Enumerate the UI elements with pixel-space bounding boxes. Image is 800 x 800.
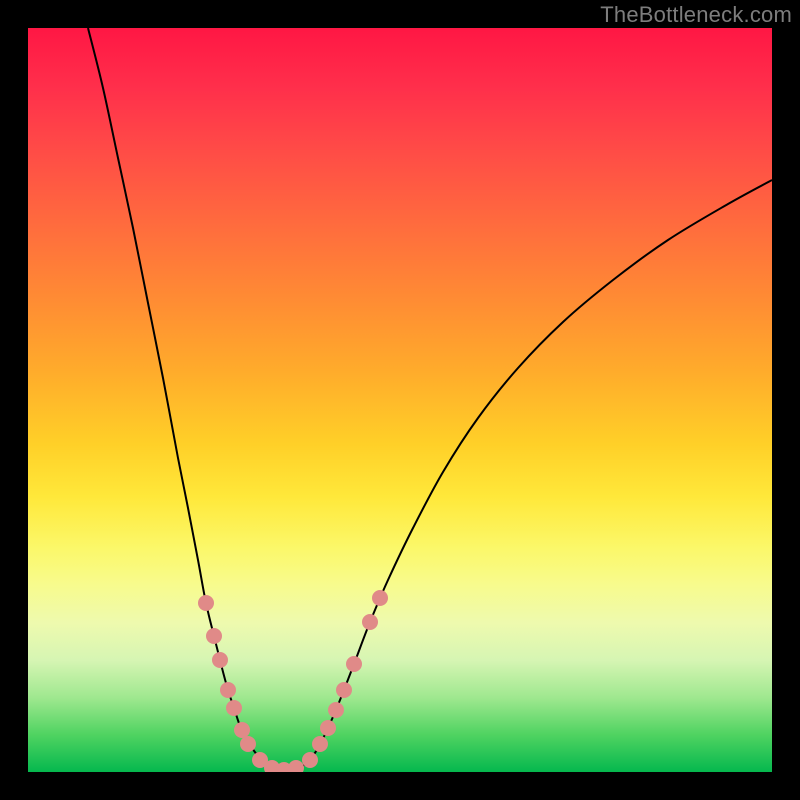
data-marker (362, 614, 378, 630)
data-marker (198, 595, 214, 611)
data-marker (212, 652, 228, 668)
data-marker (302, 752, 318, 768)
data-marker (226, 700, 242, 716)
data-marker (206, 628, 222, 644)
data-marker (220, 682, 236, 698)
data-marker (336, 682, 352, 698)
data-marker (372, 590, 388, 606)
v-curve (88, 28, 772, 770)
data-marker (288, 760, 304, 772)
data-marker (320, 720, 336, 736)
data-marker (240, 736, 256, 752)
data-marker (346, 656, 362, 672)
data-marker (328, 702, 344, 718)
data-marker (234, 722, 250, 738)
chart-svg (28, 28, 772, 772)
plot-gradient-area (28, 28, 772, 772)
watermark-text: TheBottleneck.com (600, 2, 792, 28)
marker-group (198, 590, 388, 772)
data-marker (312, 736, 328, 752)
chart-frame: TheBottleneck.com (0, 0, 800, 800)
